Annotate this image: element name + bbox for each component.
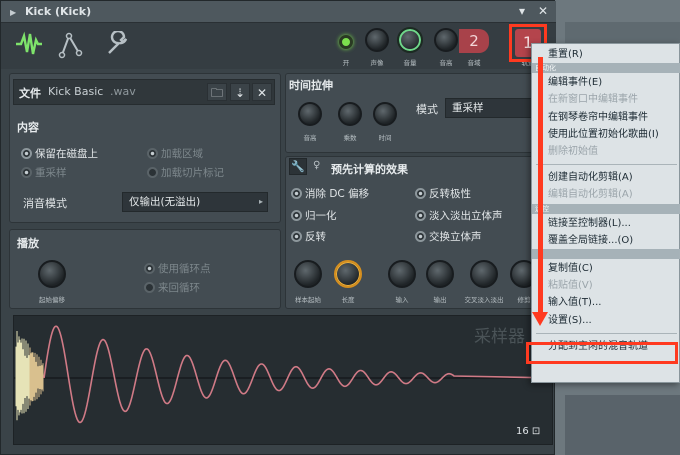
window-title: Kick (Kick)	[25, 5, 92, 18]
length-label: 长度	[341, 296, 355, 304]
time-knob[interactable]	[373, 102, 397, 126]
background-panel	[565, 395, 680, 455]
slice-icon: ⊡	[531, 426, 541, 437]
menu-item-reset[interactable]: 重置(R)	[532, 46, 680, 63]
stretch-mode-select[interactable]: 重采样	[445, 98, 535, 118]
menu-section-header: 自动化	[532, 63, 680, 74]
menu-item-edit-events-piano-roll[interactable]: 在钢琴卷帘中编辑事件	[532, 109, 680, 126]
menu-item-init-song-here[interactable]: 使用此位置初始化歌曲(I)	[532, 126, 680, 143]
wrench-tab-icon[interactable]	[97, 29, 137, 61]
menu-item-edit-events-new-window: 在新窗口中编辑事件	[548, 94, 638, 106]
wrench-icon[interactable]: 🔧	[289, 158, 307, 175]
ping-pong-loop-radio[interactable]: 来回循环	[144, 280, 200, 295]
sample-start-knob[interactable]	[294, 260, 322, 288]
slice-count[interactable]: 16 ⊡	[516, 426, 540, 437]
start-offset-knob[interactable]	[38, 260, 66, 288]
sampler-watermark: 采样器	[474, 327, 525, 347]
pitch-knob[interactable]	[434, 28, 458, 52]
pitch-range-value[interactable]: 2	[459, 29, 489, 53]
title-bar[interactable]: ▶ Kick (Kick) ▾ ✕	[1, 1, 556, 23]
menu-section-header: 远控	[532, 203, 680, 214]
menu-item-copy-value[interactable]: 复制值(C)	[532, 260, 680, 277]
time-stretch-heading: 时间拉伸	[289, 79, 333, 92]
microphone-icon: ♀	[313, 160, 321, 171]
reverse-radio[interactable]: 反转	[291, 229, 326, 244]
highlight-box-assign	[526, 342, 678, 364]
stretch-mode-label: 模式	[416, 103, 438, 116]
crossfade-knob[interactable]	[470, 260, 498, 288]
time-label: 时间	[378, 134, 392, 142]
sampler-window: ▶ Kick (Kick) ▾ ✕ 开 声像 音量 音高 2 音域 1 轨道 文…	[0, 0, 556, 455]
menu-item-edit-events[interactable]: 编辑事件(E)	[532, 74, 680, 91]
file-ext: .wav	[110, 85, 136, 98]
envelope-tab-icon[interactable]	[51, 31, 91, 61]
menu-item-link-to-controller[interactable]: 链接至控制器(L)...	[532, 215, 680, 232]
menu-item-paste-value: 粘贴值(V)	[548, 280, 593, 292]
pan-knob[interactable]	[365, 28, 389, 52]
context-menu: 重置(R) 自动化 编辑事件(E) 在新窗口中编辑事件在钢琴卷帘中编辑事件 使用此位置初…	[531, 43, 680, 383]
close-icon[interactable]: ✕	[252, 83, 272, 101]
waveform-display[interactable]: 采样器 16 ⊡	[13, 315, 553, 445]
remove-dc-offset-radio[interactable]: 消除 DC 偏移	[291, 186, 369, 201]
load-slice-markers-radio[interactable]: 加载切片标记	[147, 165, 224, 180]
annotation-arrowhead	[532, 312, 548, 326]
use-loop-points-radio[interactable]: 使用循环点	[144, 261, 211, 276]
multiplier-knob[interactable]	[338, 102, 362, 126]
output-knob[interactable]	[426, 260, 454, 288]
menu-separator	[536, 332, 677, 334]
range-label: 音域	[467, 59, 481, 67]
declick-mode-select[interactable]: 仅输出(无溢出) ▸	[122, 192, 268, 212]
content-heading: 内容	[17, 121, 39, 134]
resample-radio[interactable]: 重采样	[21, 165, 67, 180]
waveform-tab-icon[interactable]	[9, 31, 49, 61]
fade-stereo-radio[interactable]: 淡入淡出立体声	[415, 208, 503, 223]
waveform-graph	[14, 325, 552, 424]
start-offset-label: 起始偏移	[39, 296, 65, 304]
file-name[interactable]: Kick Basic	[48, 85, 103, 98]
menu-item-create-automation-clip[interactable]: 创建自动化剪辑(A)	[532, 169, 680, 186]
restore-button[interactable]: ▾	[519, 4, 525, 18]
keep-on-disk-radio[interactable]: 保留在磁盘上	[21, 146, 98, 161]
menu-item-edit-automation-clip: 编辑自动化剪辑(A)	[548, 189, 633, 201]
input-knob[interactable]	[388, 260, 416, 288]
volume-knob[interactable]	[397, 27, 423, 53]
load-region-radio[interactable]: 加载区域	[147, 146, 203, 161]
playback-heading: 播放	[17, 237, 39, 250]
menu-item-delete-init-value: 删除初始值	[548, 146, 598, 157]
declick-mode-label: 消音模式	[23, 197, 67, 210]
reverse-polarity-radio[interactable]: 反转极性	[415, 186, 471, 201]
folder-icon[interactable]: 🗀	[207, 83, 227, 101]
menu-section-header	[532, 249, 680, 259]
length-knob[interactable]	[334, 260, 362, 288]
normalize-radio[interactable]: 归一化	[291, 208, 337, 223]
caret-down-icon[interactable]: ▶	[10, 8, 16, 17]
close-button[interactable]: ✕	[538, 4, 548, 18]
file-label: 文件	[19, 87, 41, 100]
swap-stereo-radio[interactable]: 交换立体声	[415, 229, 482, 244]
precomputed-heading: 预先计算的效果	[331, 163, 408, 176]
pin-icon[interactable]: ⇣	[230, 83, 250, 101]
menu-item-type-in-value[interactable]: 输入值(T)...	[532, 294, 680, 311]
stretch-pitch-knob[interactable]	[298, 102, 322, 126]
file-row: 文件 Kick Basic .wav 🗀 ⇣ ✕	[13, 79, 275, 105]
channel-on-led[interactable]	[339, 35, 353, 49]
menu-item-settings[interactable]: 设置(S)...	[532, 312, 680, 329]
annotation-arrow	[538, 57, 543, 315]
menu-item-override-global-link[interactable]: 覆盖全局链接...(O)	[532, 232, 680, 249]
output-label: 输出	[433, 296, 447, 304]
menu-separator	[536, 164, 677, 166]
